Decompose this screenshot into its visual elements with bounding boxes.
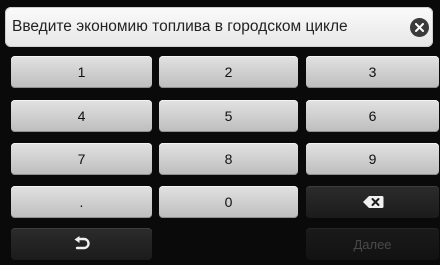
key-5[interactable]: 5	[159, 100, 298, 132]
close-icon	[415, 23, 424, 32]
key-1[interactable]: 1	[11, 56, 152, 88]
key-6[interactable]: 6	[306, 100, 439, 132]
backspace-icon	[362, 196, 383, 208]
key-2[interactable]: 2	[159, 56, 298, 88]
key-7[interactable]: 7	[11, 143, 152, 175]
input-field[interactable]: Введите экономию топлива в городском цик…	[5, 7, 433, 47]
prompt-text: Введите экономию топлива в городском цик…	[12, 18, 348, 35]
key-9[interactable]: 9	[306, 143, 439, 175]
key-3[interactable]: 3	[306, 56, 439, 88]
back-button[interactable]	[11, 228, 152, 260]
key-0[interactable]: 0	[159, 186, 298, 218]
clear-button[interactable]	[410, 18, 429, 37]
key-8[interactable]: 8	[159, 143, 298, 175]
backspace-button[interactable]	[306, 186, 439, 218]
key-decimal[interactable]: .	[11, 186, 152, 218]
next-button[interactable]: Далее	[306, 228, 439, 260]
key-4[interactable]: 4	[11, 100, 152, 132]
back-arrow-icon	[74, 236, 90, 250]
